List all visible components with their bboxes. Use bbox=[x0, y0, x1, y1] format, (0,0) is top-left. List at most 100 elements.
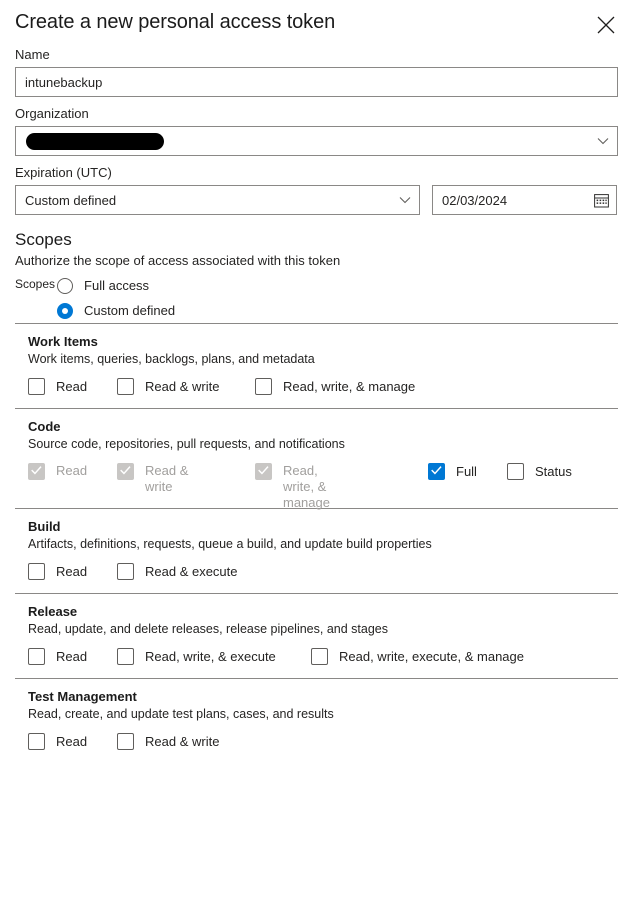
close-icon bbox=[597, 16, 615, 34]
scopes-option-label: Custom defined bbox=[84, 303, 176, 318]
scope-checkbox-label: Status bbox=[535, 464, 572, 479]
name-label: Name bbox=[15, 47, 50, 62]
scope-section-description: Artifacts, definitions, requests, queue … bbox=[28, 537, 432, 551]
scope-option-row: Read Read & write Read, write, & manage Ful… bbox=[28, 463, 618, 510]
organization-select[interactable] bbox=[15, 126, 618, 156]
scope-checkbox-item[interactable]: Read, write, & execute bbox=[117, 648, 276, 665]
scopes-radio-group: Scopes Full access Custom defined bbox=[15, 273, 618, 323]
scope-section-title: Release bbox=[28, 604, 78, 619]
scope-option-row: Read Read & write bbox=[28, 733, 618, 752]
radio-icon-selected bbox=[57, 302, 74, 319]
scope-checkbox-item[interactable]: Read bbox=[28, 563, 87, 580]
scope-checkbox-item: Read, write, & manage bbox=[255, 463, 349, 511]
expiration-label: Expiration (UTC) bbox=[15, 165, 112, 180]
scopes-block: Scopes Authorize the scope of access ass… bbox=[15, 229, 618, 323]
scopes-option-full-access[interactable]: Full access bbox=[57, 273, 175, 298]
checkbox-icon bbox=[507, 463, 524, 480]
scopes-heading: Scopes bbox=[15, 230, 72, 249]
page-title: Create a new personal access token bbox=[15, 11, 336, 33]
checkbox-icon bbox=[117, 378, 134, 395]
scope-checkbox-item[interactable]: Read & write bbox=[117, 378, 219, 395]
scope-section-description: Work items, queries, backlogs, plans, an… bbox=[28, 352, 315, 366]
scope-section: Release Read, update, and delete releases… bbox=[15, 594, 618, 678]
name-field-block: Name bbox=[15, 46, 618, 97]
scope-option-row: Read Read & execute bbox=[28, 563, 618, 582]
scope-section: Build Artifacts, definitions, requests, q… bbox=[15, 509, 618, 593]
expiration-field-block: Expiration (UTC) Custom defined 02/03/20… bbox=[15, 164, 618, 215]
scope-checkbox-label: Read & execute bbox=[145, 564, 238, 579]
scope-section-description: Source code, repositories, pull requests… bbox=[28, 437, 345, 451]
scope-checkbox-item[interactable]: Status bbox=[507, 463, 572, 480]
checkbox-icon bbox=[28, 648, 45, 665]
checkbox-icon bbox=[255, 378, 272, 395]
scope-checkbox-label: Read & write bbox=[145, 734, 220, 749]
checkbox-icon bbox=[28, 733, 45, 750]
scope-section-description: Read, update, and delete releases, relea… bbox=[28, 622, 388, 636]
scope-checkbox-item[interactable]: Read, write, execute, & manage bbox=[311, 648, 524, 665]
scope-checkbox-item[interactable]: Read bbox=[28, 733, 87, 750]
scopes-radio-group-label: Scopes bbox=[15, 277, 56, 291]
scope-checkbox-item[interactable]: Read & write bbox=[117, 733, 219, 750]
expiration-date-value: 02/03/2024 bbox=[442, 192, 508, 208]
scope-checkbox-label: Read & write bbox=[145, 379, 220, 394]
checkbox-icon bbox=[28, 563, 45, 580]
expiration-select[interactable]: Custom defined bbox=[15, 185, 420, 215]
scope-checkbox-label: Read, write, execute, & manage bbox=[339, 649, 524, 664]
scope-checkbox-item[interactable]: Full bbox=[428, 463, 477, 480]
scope-checkbox-label: Read, write, & execute bbox=[145, 649, 276, 664]
scope-checkbox-item: Read bbox=[28, 463, 87, 480]
scope-section-description: Read, create, and update test plans, cas… bbox=[28, 707, 334, 721]
scope-section-title: Work Items bbox=[28, 334, 98, 349]
scope-checkbox-label: Read bbox=[56, 379, 88, 394]
scope-checkbox-label: Full bbox=[456, 464, 477, 479]
scope-section: Test Management Read, create, and update … bbox=[15, 679, 618, 763]
radio-icon bbox=[57, 277, 74, 294]
scope-checkbox-label: Read, write, & manage bbox=[283, 379, 416, 394]
checkbox-icon-checked bbox=[255, 463, 272, 480]
scope-sections: Work Items Work items, queries, backlogs,… bbox=[15, 323, 618, 763]
checkbox-icon bbox=[117, 648, 134, 665]
close-button[interactable] bbox=[592, 11, 620, 39]
scope-checkbox-label: Read bbox=[56, 463, 88, 478]
scope-checkbox-label: Read & write bbox=[145, 463, 189, 494]
scope-checkbox-label: Read bbox=[56, 734, 88, 749]
scope-checkbox-item[interactable]: Read bbox=[28, 378, 87, 395]
scope-section-title: Code bbox=[28, 419, 61, 434]
organization-label: Organization bbox=[15, 106, 89, 121]
expiration-value: Custom defined bbox=[25, 192, 117, 208]
scope-section-title: Build bbox=[28, 519, 61, 534]
check-icon bbox=[431, 466, 442, 475]
dialog-header: Create a new personal access token bbox=[15, 0, 618, 46]
checkbox-icon-checked bbox=[117, 463, 134, 480]
scopes-option-label: Full access bbox=[84, 278, 150, 293]
checkbox-icon-checked bbox=[428, 463, 445, 480]
name-input[interactable] bbox=[15, 67, 618, 97]
scope-section-title: Test Management bbox=[28, 689, 137, 704]
calendar-icon[interactable] bbox=[586, 193, 616, 208]
checkbox-icon bbox=[28, 378, 45, 395]
scopes-option-custom-defined[interactable]: Custom defined bbox=[57, 298, 175, 323]
create-pat-dialog: Create a new personal access token Name … bbox=[0, 0, 633, 920]
checkbox-icon bbox=[117, 563, 134, 580]
scopes-description: Authorize the scope of access associated… bbox=[15, 253, 341, 268]
scope-checkbox-item: Read & write bbox=[117, 463, 211, 495]
scope-section: Code Source code, repositories, pull requ… bbox=[15, 409, 618, 510]
scope-option-row: Read Read & write Read, write, & manage bbox=[28, 378, 618, 397]
organization-value bbox=[16, 132, 589, 150]
check-icon bbox=[120, 466, 131, 475]
check-icon bbox=[258, 466, 269, 475]
chevron-down-icon bbox=[589, 137, 617, 145]
scope-checkbox-item[interactable]: Read & execute bbox=[117, 563, 238, 580]
expiration-date-input[interactable]: 02/03/2024 bbox=[432, 185, 617, 215]
organization-field-block: Organization bbox=[15, 105, 618, 156]
check-icon bbox=[31, 466, 42, 475]
checkbox-icon bbox=[311, 648, 328, 665]
checkbox-icon bbox=[117, 733, 134, 750]
chevron-down-icon bbox=[391, 196, 419, 204]
scope-checkbox-item[interactable]: Read bbox=[28, 648, 87, 665]
scope-checkbox-label: Read bbox=[56, 649, 88, 664]
scope-checkbox-label: Read, write, & manage bbox=[283, 463, 330, 510]
redaction-bar bbox=[26, 132, 164, 150]
scope-section: Work Items Work items, queries, backlogs,… bbox=[15, 324, 618, 408]
scope-checkbox-item[interactable]: Read, write, & manage bbox=[255, 378, 415, 395]
